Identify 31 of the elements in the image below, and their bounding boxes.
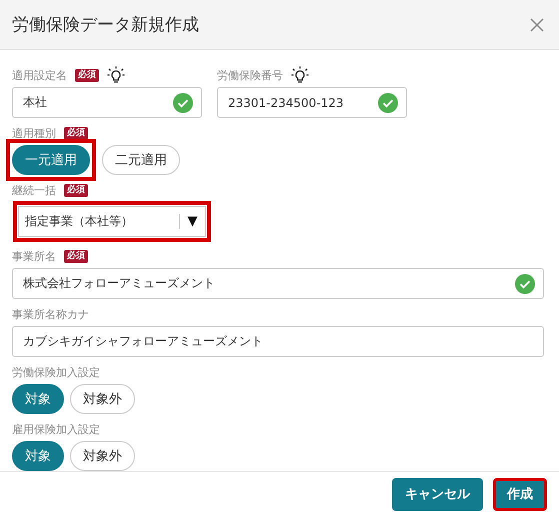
- required-badge: 必須: [64, 184, 88, 197]
- create-button[interactable]: 作成: [493, 478, 547, 511]
- dialog-title: 労働保険データ新規作成: [12, 14, 199, 36]
- text-field[interactable]: 本社: [12, 87, 202, 118]
- toggle-option[interactable]: 一元適用: [12, 145, 90, 176]
- field-label: 労働保険番号: [217, 68, 283, 83]
- field-label: 雇用保険加入設定: [12, 422, 100, 437]
- field-label: 事業所名称カナ: [12, 306, 89, 322]
- toggle-option[interactable]: 対象外: [70, 384, 135, 414]
- required-badge: 必須: [64, 250, 88, 263]
- toggle-option[interactable]: 対象外: [70, 441, 135, 472]
- field-label: 労働保険加入設定: [12, 364, 100, 380]
- required-badge: 必須: [75, 68, 99, 82]
- field-label: 適用種別: [12, 126, 56, 141]
- text-field[interactable]: 23301-234500-123: [217, 87, 407, 118]
- check-icon: [515, 274, 535, 294]
- toggle-option[interactable]: 対象: [12, 384, 64, 414]
- close-icon[interactable]: [529, 16, 545, 33]
- text-field[interactable]: 株式会社フォローアミューズメント: [12, 268, 544, 300]
- field-label: 継続一括: [12, 182, 56, 198]
- check-icon: [173, 92, 193, 113]
- required-badge: 必須: [64, 126, 88, 140]
- cancel-button[interactable]: キャンセル: [392, 478, 483, 511]
- toggle-option[interactable]: 二元適用: [102, 145, 180, 176]
- text-field[interactable]: カブシキガイシャフォローアミューズメント: [12, 326, 544, 358]
- lightbulb-icon[interactable]: [291, 66, 309, 84]
- lightbulb-icon[interactable]: [107, 66, 125, 84]
- field-label: 事業所名: [12, 248, 56, 264]
- toggle-option[interactable]: 対象: [12, 441, 64, 472]
- field-label: 適用設定名: [12, 68, 67, 83]
- check-icon: [378, 92, 398, 113]
